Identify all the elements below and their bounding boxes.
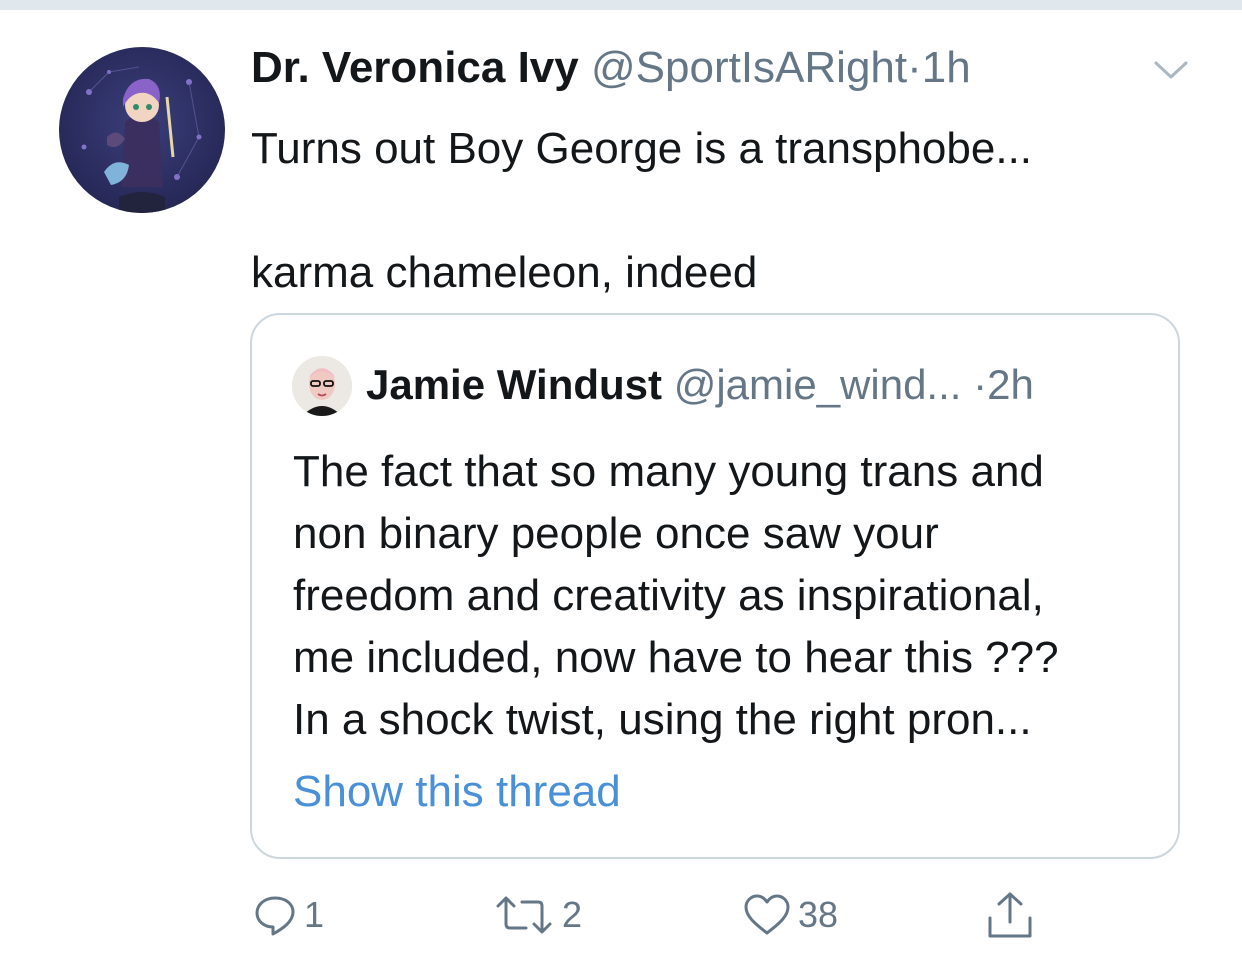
quoted-author-avatar[interactable] — [292, 356, 352, 416]
tweet[interactable]: Dr. Veronica Ivy @SportIsARight·1h Turns… — [0, 10, 1242, 963]
author-avatar[interactable] — [59, 47, 225, 213]
retweet-count: 2 — [562, 894, 583, 935]
quoted-tweet-card[interactable]: Jamie Windust @jamie_wind... ·2h The fac… — [250, 313, 1180, 859]
quoted-author-name[interactable]: Jamie Windust — [366, 361, 662, 408]
retweet-icon — [496, 896, 552, 934]
quoted-tweet-body: The fact that so many young trans and no… — [293, 441, 1153, 751]
top-divider — [0, 0, 1242, 10]
illustrated-avatar-icon — [81, 66, 202, 213]
author-handle[interactable]: @SportIsARight — [591, 43, 907, 92]
quoted-text-line: freedom and creativity as inspirational, — [293, 571, 1044, 620]
quoted-text-line: The fact that so many young trans and — [293, 447, 1044, 496]
reply-count: 1 — [304, 894, 325, 935]
quoted-tweet-header: Jamie Windust @jamie_wind... ·2h — [366, 359, 1034, 411]
quoted-timestamp[interactable]: 2h — [987, 361, 1034, 408]
portrait-avatar-icon — [292, 356, 352, 416]
tweet-menu-button[interactable] — [1150, 55, 1192, 83]
show-thread-link[interactable]: Show this thread — [293, 766, 621, 818]
chevron-down-icon — [1154, 61, 1188, 79]
quoted-text-line: In a shock twist, using the right pron..… — [293, 695, 1032, 744]
heart-icon — [744, 894, 790, 935]
retweet-button[interactable]: 2 — [492, 890, 582, 940]
quoted-text-line: me included, now have to hear this ??? — [293, 633, 1059, 682]
tweet-text-line: karma chameleon, indeed — [251, 248, 758, 297]
tweet-header: Dr. Veronica Ivy @SportIsARight·1h — [251, 42, 971, 94]
quoted-separator: · — [973, 361, 988, 408]
quoted-author-handle[interactable]: @jamie_wind... — [674, 361, 962, 408]
share-button[interactable] — [986, 890, 1034, 940]
tweet-text-line: Turns out Boy George is a transphobe... — [251, 124, 1033, 173]
tweet-timestamp[interactable]: 1h — [922, 43, 971, 92]
reply-button[interactable]: 1 — [252, 890, 324, 940]
tweet-body: Turns out Boy George is a transphobe... … — [251, 118, 1151, 304]
like-count: 38 — [798, 894, 839, 935]
header-separator: · — [907, 43, 922, 92]
reply-icon — [255, 896, 295, 936]
tweet-actions-bar: 1 2 38 — [0, 890, 1242, 950]
like-button[interactable]: 38 — [742, 890, 838, 940]
author-display-name[interactable]: Dr. Veronica Ivy — [251, 43, 579, 92]
share-icon — [988, 892, 1032, 938]
quoted-text-line: non binary people once saw your — [293, 509, 939, 558]
